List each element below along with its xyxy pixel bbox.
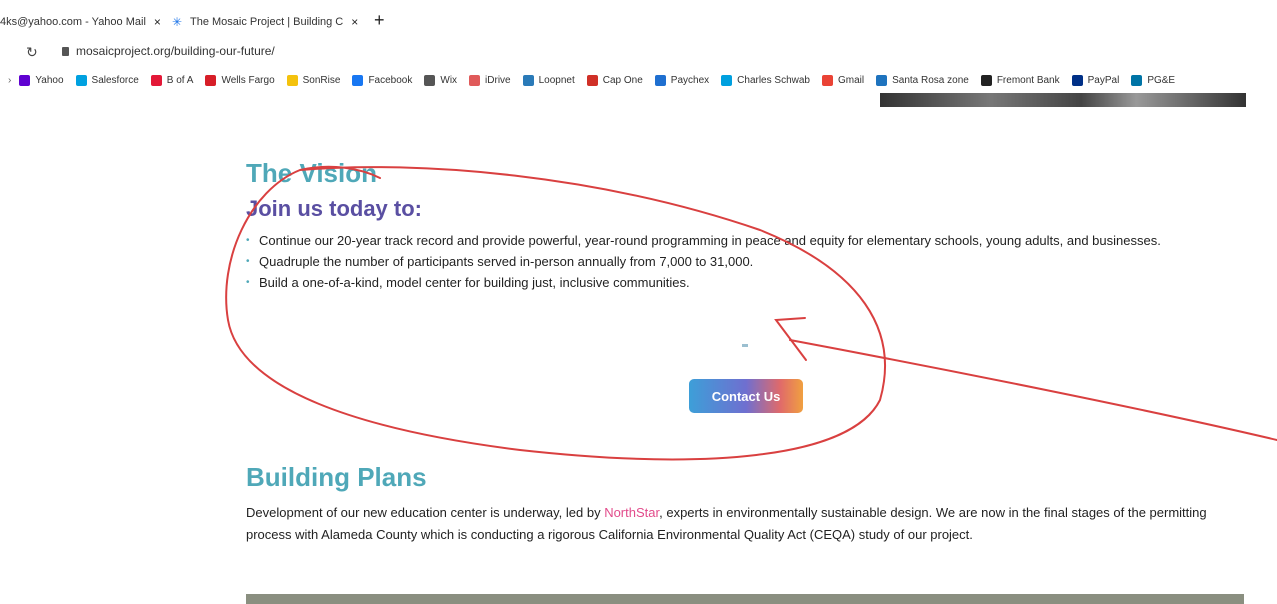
tab-label: 4ks@yahoo.com - Yahoo Mail	[0, 16, 146, 28]
bookmark-favicon-icon	[424, 74, 436, 86]
bookmark-favicon-icon	[19, 74, 31, 86]
bookmark-favicon-icon	[654, 74, 666, 86]
bookmark-yahoo[interactable]: Yahoo	[19, 74, 64, 86]
bookmark-label: Wells Fargo	[221, 74, 275, 86]
vision-title: The Vision	[246, 158, 377, 188]
decorative-dot	[742, 344, 748, 347]
bookmark-favicon-icon	[980, 74, 992, 86]
bookmark-charles-schwab[interactable]: Charles Schwab	[721, 74, 810, 86]
bookmark-favicon-icon	[205, 74, 217, 86]
browser-tab-bar: 4ks@yahoo.com - Yahoo Mail × ✳ The Mosai…	[0, 0, 1277, 40]
bookmark-label: Santa Rosa zone	[892, 74, 969, 86]
redacted-header-image	[880, 93, 1246, 107]
bookmark-label: Cap One	[602, 74, 643, 86]
reload-icon[interactable]: ↻	[26, 44, 38, 61]
bookmark-favicon-icon	[821, 74, 833, 86]
bookmark-label: Loopnet	[538, 74, 575, 86]
bookmark-facebook[interactable]: Facebook	[352, 74, 413, 86]
bookmark-paypal[interactable]: PayPal	[1071, 74, 1120, 86]
list-item: Build a one-of-a-kind, model center for …	[246, 272, 1256, 293]
bookmark-label: iDrive	[485, 74, 511, 86]
bookmark-label: Wix	[440, 74, 458, 86]
new-tab-button[interactable]: +	[374, 10, 385, 31]
bookmark-idrive[interactable]: iDrive	[469, 74, 511, 86]
bookmark-pg-e[interactable]: PG&E	[1131, 74, 1176, 86]
bookmark-wix[interactable]: Wix	[424, 74, 458, 86]
bookmark-gmail[interactable]: Gmail	[821, 74, 865, 86]
bookmark-label: Facebook	[368, 74, 413, 86]
bookmark-favicon-icon	[1131, 74, 1143, 86]
bookmark-label: PayPal	[1087, 74, 1120, 86]
bookmark-favicon-icon	[75, 74, 87, 86]
bookmark-favicon-icon	[150, 74, 162, 86]
northstar-link[interactable]: NorthStar	[604, 505, 659, 520]
list-item: Continue our 20-year track record and pr…	[246, 230, 1256, 251]
bookmarks-overflow-icon[interactable]: ›	[8, 75, 11, 86]
bookmark-label: B of A	[166, 74, 194, 86]
bookmark-sonrise[interactable]: SonRise	[286, 74, 341, 86]
mosaic-favicon-icon: ✳	[172, 15, 183, 29]
bookmark-label: Gmail	[837, 74, 865, 86]
bookmark-favicon-icon	[586, 74, 598, 86]
plans-text-before: Development of our new education center …	[246, 505, 605, 520]
bookmark-label: Charles Schwab	[737, 74, 810, 86]
bookmark-santa-rosa-zone[interactable]: Santa Rosa zone	[876, 74, 969, 86]
bookmark-label: PG&E	[1147, 74, 1176, 86]
annotation-arrowhead	[774, 317, 807, 361]
bookmark-favicon-icon	[286, 74, 298, 86]
annotation-arrow-line	[789, 339, 1277, 441]
bookmarks-bar: › Yahoo Salesforce B of A Wells Fargo SonRis…	[0, 70, 1277, 90]
bookmark-cap-one[interactable]: Cap One	[586, 74, 643, 86]
bookmark-favicon-icon	[522, 74, 534, 86]
list-item: Quadruple the number of participants ser…	[246, 251, 1256, 272]
vision-subtitle: Join us today to:	[246, 196, 422, 221]
bookmark-favicon-icon	[721, 74, 733, 86]
tab-yahoo-mail[interactable]: 4ks@yahoo.com - Yahoo Mail ×	[0, 12, 161, 32]
url-field[interactable]: mosaicproject.org/building-our-future/	[76, 44, 275, 58]
close-icon[interactable]: ×	[351, 15, 358, 29]
tab-label: The Mosaic Project | Building C	[190, 16, 344, 28]
building-plans-text: Development of our new education center …	[246, 502, 1236, 546]
bookmark-paychex[interactable]: Paychex	[654, 74, 710, 86]
tab-mosaic-project[interactable]: ✳ The Mosaic Project | Building C ×	[172, 12, 358, 32]
bookmark-favicon-icon	[876, 74, 888, 86]
close-icon[interactable]: ×	[154, 15, 161, 29]
building-plans-title: Building Plans	[246, 462, 427, 492]
bookmark-favicon-icon	[469, 74, 481, 86]
bookmark-favicon-icon	[352, 74, 364, 86]
bookmark-b-of-a[interactable]: B of A	[150, 74, 194, 86]
bookmark-label: Paychex	[670, 74, 710, 86]
bottom-image-strip	[246, 594, 1244, 604]
bookmark-fremont-bank[interactable]: Fremont Bank	[980, 74, 1060, 86]
lock-icon[interactable]	[62, 47, 69, 56]
bookmark-label: Yahoo	[35, 74, 64, 86]
bookmark-label: Fremont Bank	[996, 74, 1060, 86]
contact-us-button[interactable]: Contact Us	[689, 379, 803, 413]
bookmark-salesforce[interactable]: Salesforce	[75, 74, 139, 86]
bookmark-loopnet[interactable]: Loopnet	[522, 74, 575, 86]
bookmark-wells-fargo[interactable]: Wells Fargo	[205, 74, 275, 86]
bookmark-label: Salesforce	[91, 74, 139, 86]
vision-bullet-list: Continue our 20-year track record and pr…	[246, 230, 1256, 293]
bookmark-favicon-icon	[1071, 74, 1083, 86]
bookmark-label: SonRise	[302, 74, 341, 86]
